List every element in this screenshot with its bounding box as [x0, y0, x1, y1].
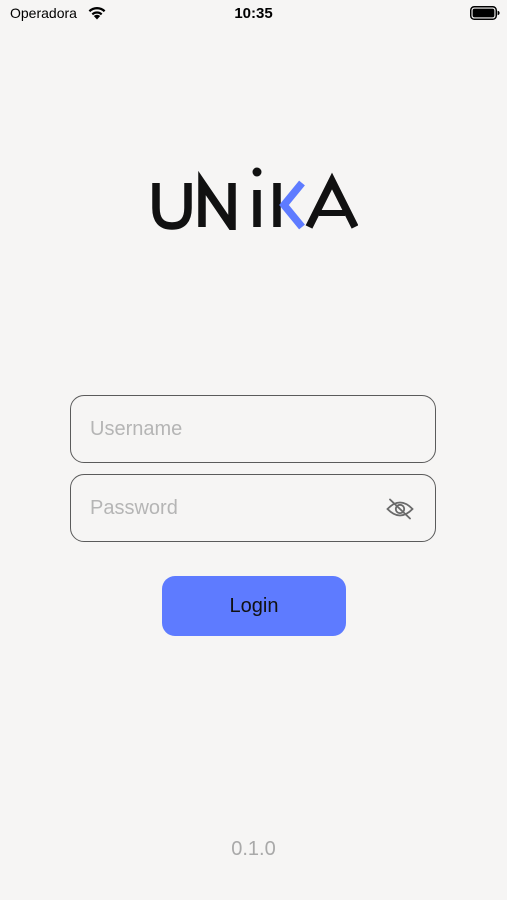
logo-letter-i-dot	[252, 167, 262, 177]
login-button[interactable]: Login	[162, 576, 346, 636]
unika-logo	[152, 167, 358, 230]
password-input[interactable]	[90, 475, 380, 541]
logo-letter-u	[152, 183, 192, 230]
app-version: 0.1.0	[231, 838, 276, 860]
logo-letter-k-arm	[279, 180, 305, 230]
battery-icon	[470, 6, 500, 20]
status-bar: Operadora 10:35	[0, 0, 507, 28]
password-field[interactable]	[70, 474, 436, 542]
logo-letter-a	[305, 172, 358, 229]
username-input[interactable]	[90, 396, 380, 462]
eye-off-icon[interactable]	[385, 497, 415, 521]
username-field[interactable]	[70, 395, 436, 463]
logo-letter-n	[198, 170, 236, 230]
status-time: 10:35	[234, 5, 273, 22]
